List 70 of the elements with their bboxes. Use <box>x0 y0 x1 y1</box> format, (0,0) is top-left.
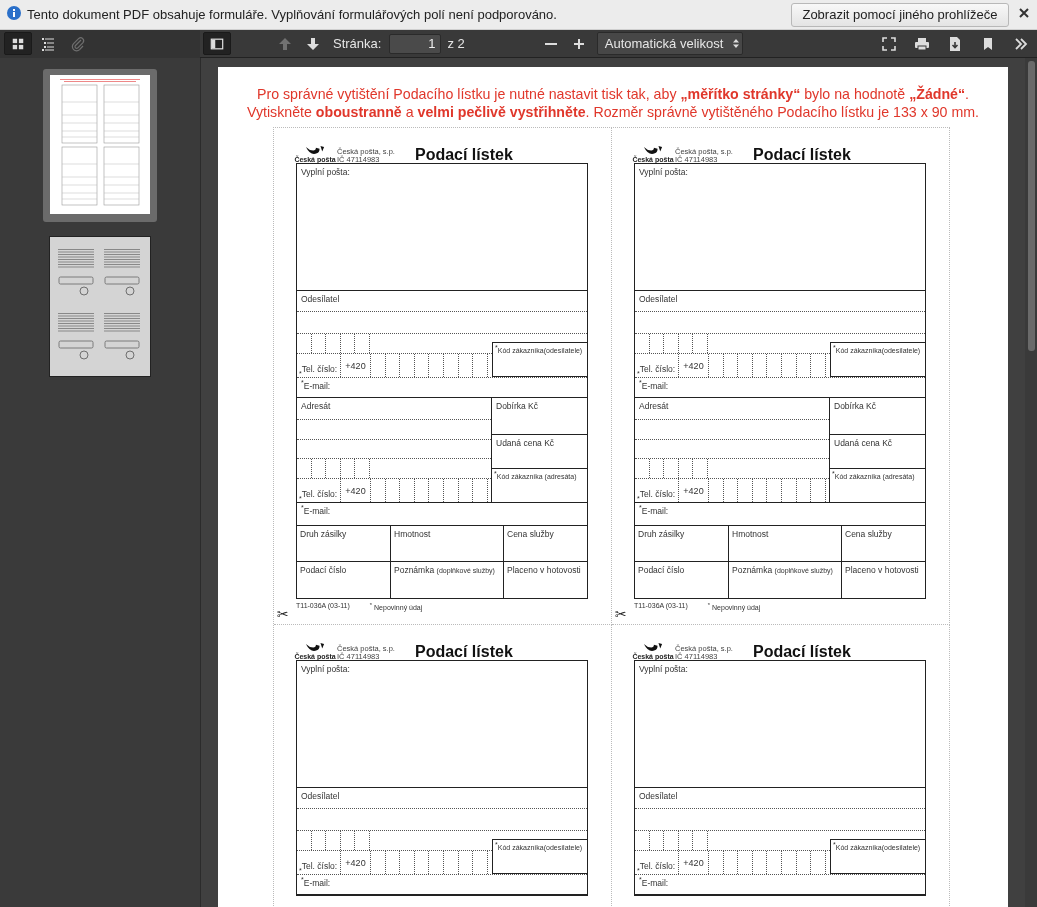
field-label: $^{*}$E-mail: <box>635 502 925 525</box>
print-icon <box>914 35 930 52</box>
scissors-mark: ✂ <box>615 607 627 621</box>
field-label: Placeno v hotovosti <box>844 564 920 577</box>
field-label: Placeno v hotovosti <box>506 564 582 577</box>
info-icon <box>7 5 21 20</box>
field-label: Podací číslo <box>635 562 729 598</box>
phone-prefix: +420 <box>679 851 709 874</box>
paperclip-icon <box>70 35 86 52</box>
phone-prefix: +420 <box>341 851 371 874</box>
minus-icon <box>544 42 557 45</box>
field-label: Vyplní pošta: <box>301 664 351 674</box>
page-count: z 2 <box>447 36 465 51</box>
field-label: Druh zásilky <box>635 526 729 562</box>
horn-logo-icon <box>643 146 663 156</box>
field-label: Odesílatel <box>635 291 925 312</box>
field-label: Odesílatel <box>297 291 587 312</box>
up-arrow-icon <box>277 35 293 52</box>
field-label: Hmotnost <box>391 526 504 562</box>
field-label: Odesílatel <box>297 788 587 809</box>
field-label: Dobírka Kč <box>830 398 925 435</box>
field-label: $^{*}$E-mail: <box>297 502 587 525</box>
horn-logo-icon <box>643 643 663 653</box>
field-label: Dobírka Kč <box>492 398 587 435</box>
open-in-other-viewer-button[interactable]: Zobrazit pomocí jiného prohlížeče <box>791 2 1009 27</box>
phone-prefix: +420 <box>679 354 709 377</box>
field-label: Druh zásilky <box>297 526 391 562</box>
field-label: Odesílatel <box>635 788 925 809</box>
zoom-select[interactable]: Automatická velikost <box>596 32 743 55</box>
info-message: Tento dokument PDF obsahuje formuláře. Vyplňování formulářových polí není podporováno. <box>27 7 558 22</box>
fullscreen-icon <box>881 35 897 52</box>
list-icon <box>40 35 56 52</box>
down-arrow-icon <box>305 35 321 52</box>
page-thumbnail[interactable] <box>43 69 157 222</box>
page-thumbnail[interactable] <box>49 236 151 377</box>
field-label: Cena služby <box>842 526 925 562</box>
field-label: Adresát <box>635 398 829 420</box>
form-title: Podací lístek <box>752 643 851 660</box>
horn-logo-icon <box>305 146 325 156</box>
phone-prefix: +420 <box>679 479 709 502</box>
horn-logo-icon <box>305 643 325 653</box>
phone-prefix: +420 <box>341 354 371 377</box>
close-icon[interactable] <box>1017 5 1031 20</box>
field-label: Vyplní pošta: <box>639 664 689 674</box>
field-label: $^{*}$E-mail: <box>635 377 925 397</box>
field-label: Hmotnost <box>729 526 842 562</box>
page-number-field[interactable]: 1 <box>389 33 442 54</box>
field-label: Vyplní pošta: <box>639 167 689 177</box>
field-label: Podací číslo <box>297 562 391 598</box>
caret-icon <box>733 39 740 48</box>
scrollbar-thumb[interactable] <box>1028 61 1035 351</box>
scissors-mark: ✂ <box>277 607 289 621</box>
page-label: Stránka: <box>333 36 382 51</box>
grid-button[interactable] <box>4 32 32 55</box>
field-label: Udaná cena Kč <box>492 435 587 469</box>
download-icon <box>947 35 963 52</box>
field-label: $^{*}$E-mail: <box>297 874 587 894</box>
field-label: Cena služby <box>504 526 587 562</box>
form-title: Podací lístek <box>414 643 513 660</box>
field-label: $^{*}$E-mail: <box>297 377 587 397</box>
sidebar-toggle-button[interactable] <box>203 32 231 55</box>
field-label: Vyplní pošta: <box>301 167 351 177</box>
chevrons-icon <box>1013 35 1029 52</box>
phone-prefix: +420 <box>341 479 371 502</box>
field-label: $^{*}$E-mail: <box>635 874 925 894</box>
field-label: Udaná cena Kč <box>830 435 925 469</box>
form-title: Podací lístek <box>752 146 851 163</box>
form-title: Podací lístek <box>414 146 513 163</box>
print-instructions: Pro správné vytištění Podacího lístku je nutné nastavit tisk tak, aby „měřítko stránky“ bylo na hodnotě „Žádné“. Vytiskněte oboustranně a velmi pečlivě vystřihněte. Rozměr správně vytištěného Podacího lístku je 133 x 90 mm. <box>245 85 981 121</box>
field-label: Adresát <box>297 398 491 420</box>
